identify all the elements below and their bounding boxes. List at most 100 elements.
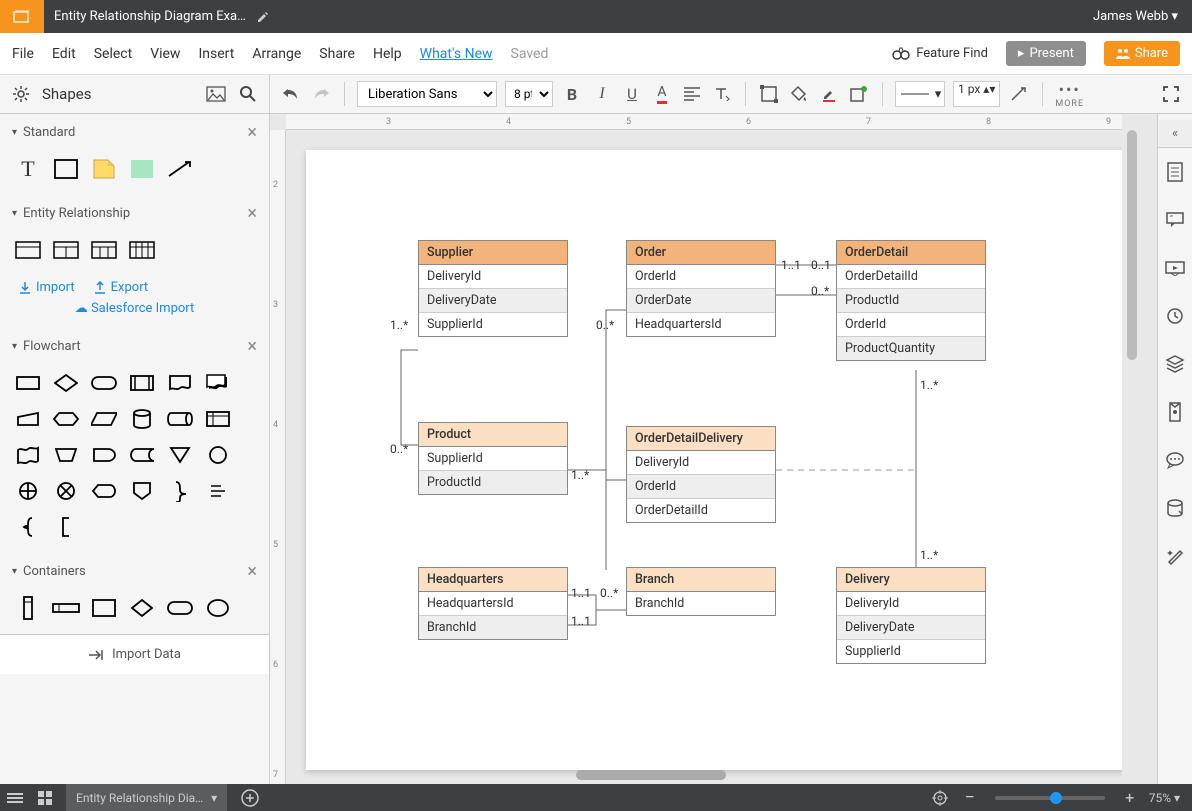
menu-help[interactable]: Help	[373, 40, 402, 68]
fc-delay[interactable]	[90, 443, 118, 467]
bold-icon[interactable]: B	[561, 83, 583, 105]
er-shape-1[interactable]	[14, 238, 42, 262]
present-button[interactable]: ▸ Present	[1006, 41, 1086, 66]
fc-or[interactable]	[14, 479, 42, 503]
text-shape[interactable]: T	[14, 157, 42, 181]
fc-preparation[interactable]	[52, 407, 80, 431]
fc-multidoc[interactable]	[204, 371, 232, 395]
chat-icon[interactable]	[1158, 436, 1192, 484]
menu-share[interactable]: Share	[319, 40, 355, 68]
fc-manualop[interactable]	[52, 443, 80, 467]
fc-merge[interactable]	[166, 443, 194, 467]
table-orderdetail[interactable]: OrderDetail OrderDetailId ProductId Orde…	[836, 240, 986, 361]
user-menu[interactable]: James Webb ▾	[1079, 9, 1192, 24]
er-shape-2[interactable]	[52, 238, 80, 262]
cont-6[interactable]	[204, 596, 232, 620]
page-tab[interactable]: Entity Relationship Dia… ▾	[66, 784, 227, 811]
er-export[interactable]: Export	[93, 280, 149, 295]
fc-note[interactable]	[204, 479, 232, 503]
fc-offpage[interactable]	[128, 479, 156, 503]
feature-find[interactable]: Feature Find	[892, 46, 988, 61]
data2-icon[interactable]	[1158, 484, 1192, 532]
scrollbar-vertical[interactable]	[1125, 130, 1139, 766]
menu-insert[interactable]: Insert	[198, 40, 234, 68]
fc-document[interactable]	[166, 371, 194, 395]
text-color-icon[interactable]: A	[651, 83, 673, 105]
master-icon[interactable]	[1158, 388, 1192, 436]
table-orderdetaildelivery[interactable]: OrderDetailDelivery DeliveryId OrderId O…	[626, 426, 776, 523]
canvas[interactable]: 3 4 5 6 7 8 9 2 3 4 5 6 7	[270, 114, 1157, 784]
app-logo[interactable]	[0, 0, 44, 33]
fc-papertape[interactable]	[14, 443, 42, 467]
add-page-icon[interactable]	[235, 784, 265, 811]
table-branch[interactable]: Branch BranchId	[626, 567, 776, 616]
shape-outline-icon[interactable]	[758, 83, 780, 105]
fc-brace-open[interactable]	[14, 515, 42, 539]
more-button[interactable]: ••• MORE	[1055, 80, 1084, 109]
menu-view[interactable]: View	[150, 40, 180, 68]
table-headquarters[interactable]: Headquarters HeadquartersId BranchId	[418, 567, 568, 640]
fc-predefined[interactable]	[128, 371, 156, 395]
close-icon[interactable]: ×	[247, 122, 257, 143]
cont-3[interactable]	[90, 596, 118, 620]
fullscreen-icon[interactable]	[1160, 83, 1182, 105]
edit-title-icon[interactable]	[256, 10, 270, 24]
section-flowchart[interactable]: ▾Flowchart×	[0, 328, 269, 365]
presentation-icon[interactable]	[1158, 244, 1192, 292]
menu-select[interactable]: Select	[94, 40, 132, 68]
cont-4[interactable]	[128, 596, 156, 620]
box-shape[interactable]	[52, 157, 80, 181]
section-containers[interactable]: ▾Containers×	[0, 553, 269, 590]
page[interactable]: Supplier DeliveryId DeliveryDate Supplie…	[306, 150, 1122, 770]
salesforce-import[interactable]: ☁ Salesforce Import	[0, 301, 269, 328]
menu-whatsnew[interactable]: What's New	[420, 40, 493, 68]
section-standard[interactable]: ▾Standard×	[0, 114, 269, 151]
zoom-slider[interactable]	[995, 796, 1105, 800]
fc-decision[interactable]	[52, 371, 80, 395]
image-icon[interactable]	[205, 83, 227, 105]
gear-icon[interactable]	[10, 83, 32, 105]
fc-manual-input[interactable]	[14, 407, 42, 431]
layers-icon[interactable]	[1158, 340, 1192, 388]
fill-icon[interactable]	[788, 83, 810, 105]
search-icon[interactable]	[237, 83, 259, 105]
section-entity[interactable]: ▾Entity Relationship×	[0, 195, 269, 232]
er-shape-3[interactable]	[90, 238, 118, 262]
undo-icon[interactable]	[280, 83, 302, 105]
doc-title[interactable]: Entity Relationship Diagram Exa…	[44, 9, 256, 24]
import-data-button[interactable]: Import Data	[0, 634, 269, 674]
menu-arrange[interactable]: Arrange	[252, 40, 301, 68]
list-view-icon[interactable]	[0, 784, 30, 811]
cont-2[interactable]	[52, 596, 80, 620]
history-icon[interactable]	[1158, 292, 1192, 340]
comment-icon[interactable]: ”	[1158, 196, 1192, 244]
line-style-select[interactable]: ▾	[895, 81, 945, 107]
fc-bracket[interactable]	[52, 515, 80, 539]
fc-summing[interactable]	[52, 479, 80, 503]
table-product[interactable]: Product SupplierId ProductId	[418, 422, 568, 495]
fc-display[interactable]	[90, 479, 118, 503]
underline-icon[interactable]: U	[621, 83, 643, 105]
fc-direct[interactable]	[166, 407, 194, 431]
line-options-icon[interactable]	[1008, 83, 1030, 105]
scrollbar-horizontal[interactable]	[286, 768, 1122, 782]
shape-options-icon[interactable]	[848, 83, 870, 105]
table-supplier[interactable]: Supplier DeliveryId DeliveryDate Supplie…	[418, 240, 568, 337]
line-width-select[interactable]: 1 px ▴▾	[953, 81, 1000, 107]
fontsize-select[interactable]: 8 pt	[505, 81, 553, 107]
zoom-in-icon[interactable]: +	[1115, 784, 1145, 811]
italic-icon[interactable]: I	[591, 83, 613, 105]
magic-icon[interactable]	[1158, 532, 1192, 580]
fc-data[interactable]	[90, 407, 118, 431]
page-icon[interactable]	[1158, 148, 1192, 196]
fc-database[interactable]	[128, 407, 156, 431]
cont-5[interactable]	[166, 596, 194, 620]
arrow-line-shape[interactable]	[166, 157, 194, 181]
table-order[interactable]: Order OrderId OrderDate HeadquartersId	[626, 240, 776, 337]
note-shape[interactable]	[90, 157, 118, 181]
align-icon[interactable]	[681, 83, 703, 105]
zoom-out-icon[interactable]: −	[955, 784, 985, 811]
cont-1[interactable]	[14, 596, 42, 620]
fc-internal[interactable]	[204, 407, 232, 431]
target-icon[interactable]	[925, 784, 955, 811]
